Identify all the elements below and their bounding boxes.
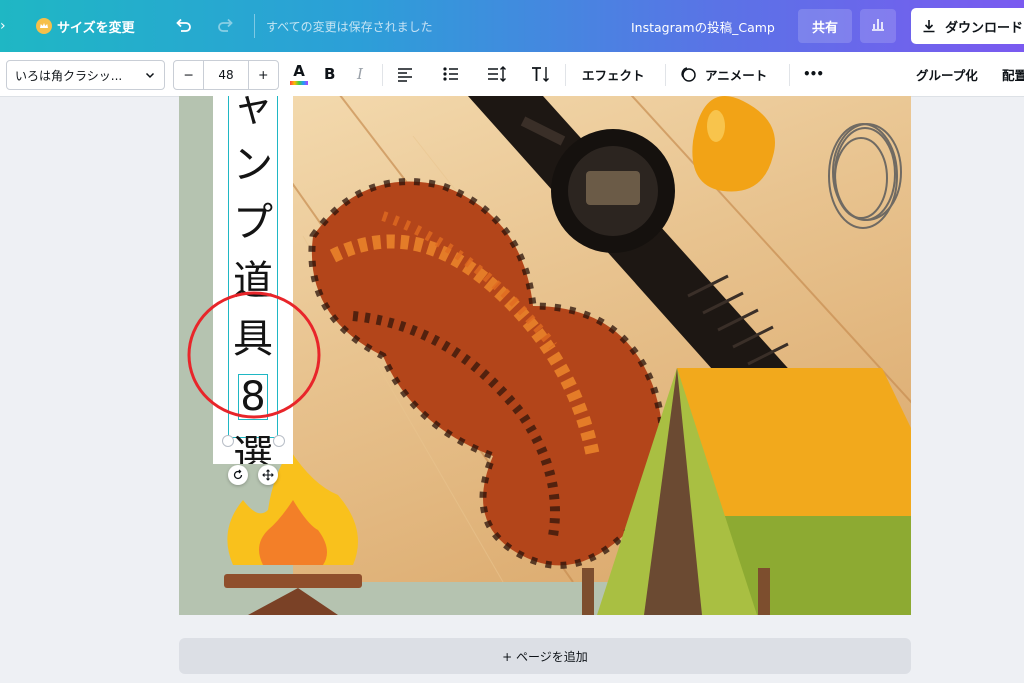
bold-button[interactable]: B [324, 52, 335, 96]
font-family-value: いろは角クラシッ... [15, 68, 123, 83]
group-button[interactable]: グループ化 [916, 52, 978, 96]
line-spacing-icon[interactable] [486, 52, 508, 96]
resize-handle-bottom-left[interactable] [222, 435, 234, 447]
red-annotation-circle [187, 291, 321, 419]
bar-chart-icon [869, 15, 887, 37]
toolbar-divider [789, 64, 790, 86]
insights-button[interactable] [860, 9, 896, 43]
back-chevron-icon[interactable]: › [0, 0, 6, 52]
font-size-input[interactable]: 48 [204, 61, 247, 89]
redo-icon[interactable] [215, 0, 237, 52]
document-title[interactable]: Instagramの投稿_Camp [631, 0, 775, 52]
add-page-label: + ページを追加 [502, 649, 588, 664]
vertical-text-icon[interactable] [530, 52, 552, 96]
resize-label: サイズを変更 [57, 20, 135, 36]
animate-label: アニメート [705, 67, 768, 83]
more-options-icon[interactable]: ••• [803, 52, 824, 96]
resize-handle-bottom-right[interactable] [273, 435, 285, 447]
font-family-dropdown[interactable]: いろは角クラシッ... [6, 60, 165, 90]
effects-button[interactable]: エフェクト [582, 52, 645, 96]
add-page-button[interactable]: + ページを追加 [179, 638, 911, 674]
rotate-icon [232, 469, 244, 481]
text-color-button[interactable]: A [289, 52, 309, 96]
toolbar-divider [665, 64, 666, 86]
crown-icon [36, 18, 52, 34]
toolbar-divider [565, 64, 566, 86]
title-char: ン [233, 142, 273, 188]
move-icon [262, 469, 274, 481]
animate-button[interactable]: アニメート [679, 52, 767, 96]
rotate-handle[interactable] [228, 465, 248, 485]
save-status: すべての変更は保存されました [266, 19, 433, 34]
font-size-increase-button[interactable]: + [247, 61, 278, 89]
tent-illustration [582, 368, 911, 615]
text-color-glyph: A [293, 62, 305, 80]
download-label: ダウンロード [945, 20, 1024, 36]
title-char: ャ [233, 96, 273, 130]
position-button[interactable]: 配置 [1002, 52, 1024, 96]
toolbar-divider [382, 64, 383, 86]
undo-icon[interactable] [172, 0, 194, 52]
bullet-list-icon[interactable] [442, 52, 460, 96]
align-left-icon[interactable] [396, 52, 414, 96]
animate-icon [679, 65, 697, 83]
share-button[interactable]: 共有 [798, 9, 852, 43]
font-size-decrease-button[interactable]: − [174, 61, 205, 89]
share-label: 共有 [811, 20, 838, 36]
move-handle[interactable] [258, 465, 278, 485]
chevron-down-icon [144, 69, 156, 81]
header-divider [254, 14, 255, 38]
editor-header: › サイズを変更 すべての変更は保存されました Instagramの投稿_Cam… [0, 0, 1024, 52]
resize-button[interactable]: サイズを変更 [36, 0, 135, 52]
download-button[interactable]: ダウンロード [911, 8, 1024, 44]
title-char: プ [233, 200, 273, 246]
download-icon [921, 18, 937, 34]
rainbow-swatch-icon [290, 81, 308, 85]
italic-button[interactable]: I [357, 52, 363, 96]
text-toolbar: いろは角クラシッ... − 48 + A B I エフェクト アニメート •••… [0, 52, 1024, 97]
font-size-control: − 48 + [173, 60, 279, 90]
